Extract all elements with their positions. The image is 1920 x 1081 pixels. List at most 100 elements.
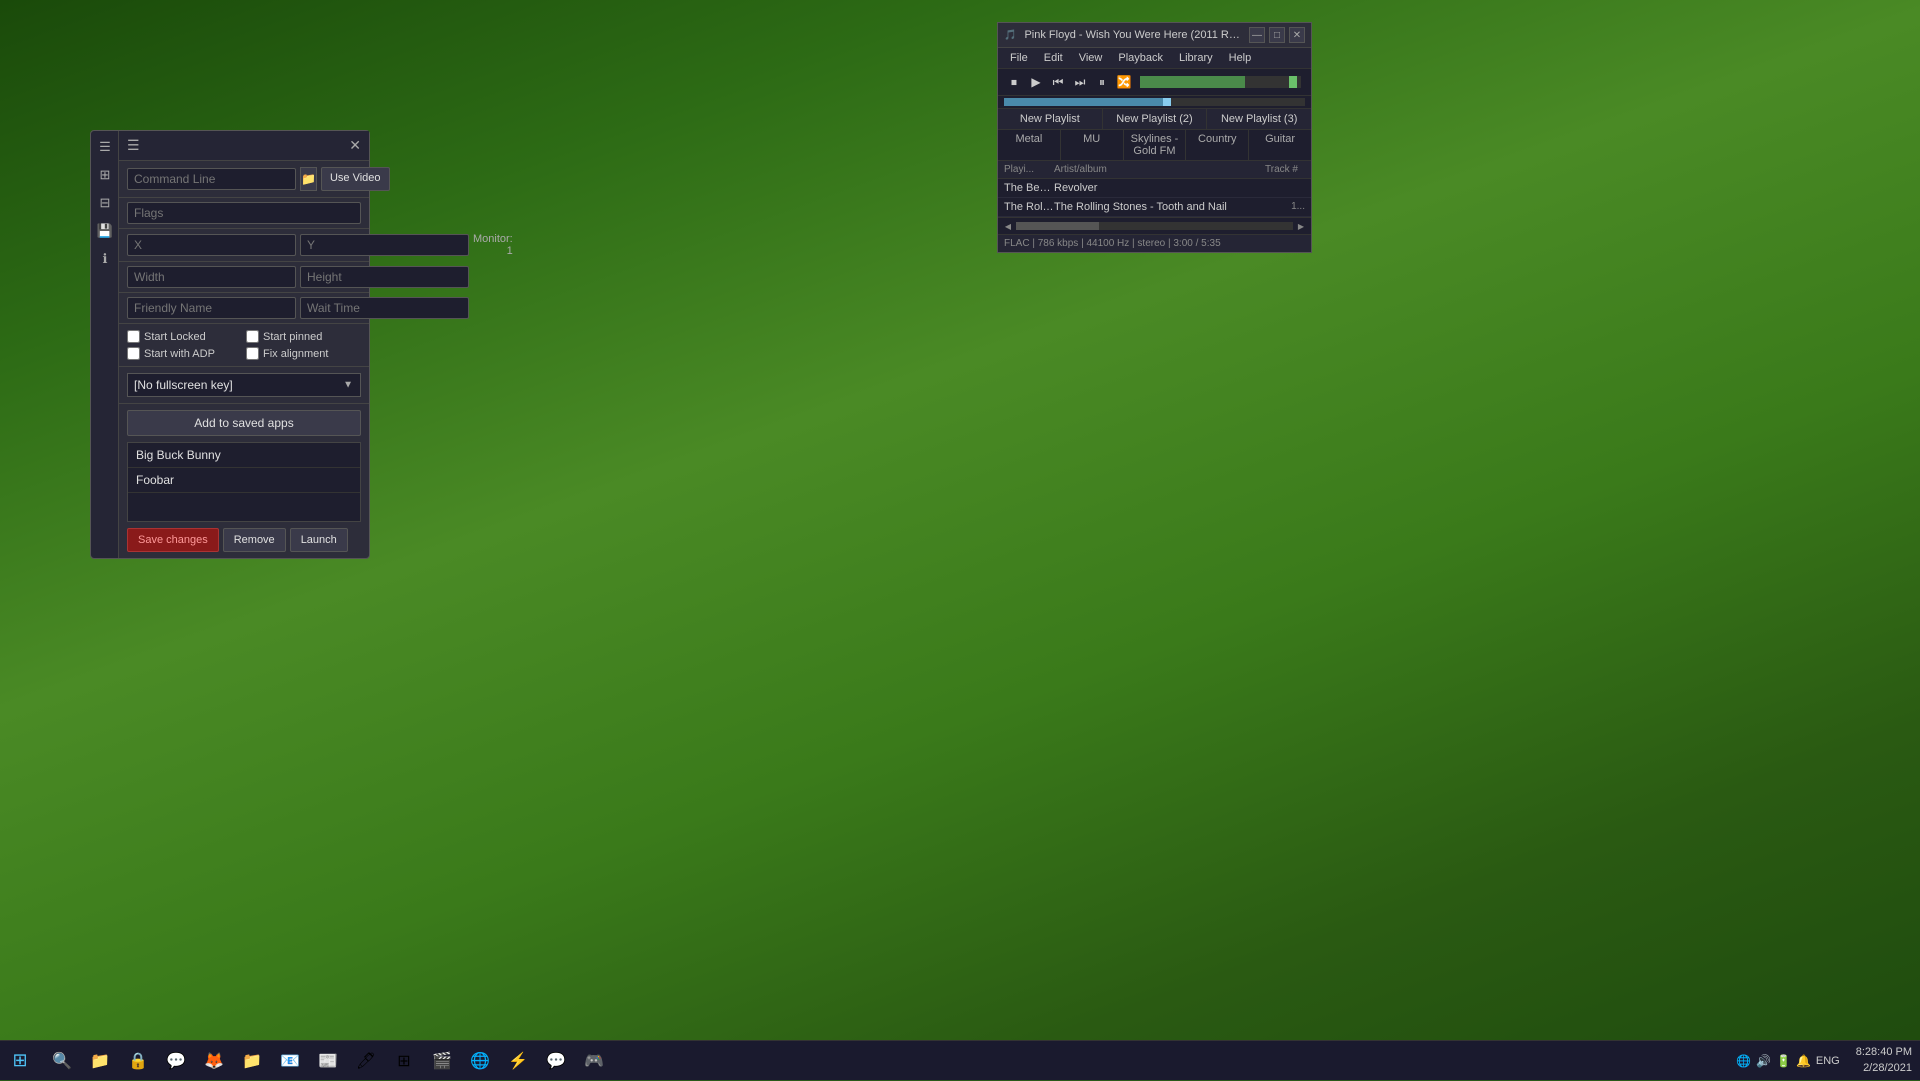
taskbar-email[interactable]: 📧 [272, 1043, 308, 1079]
scroll-thumb[interactable] [1016, 222, 1099, 230]
next-button[interactable]: ⏭ [1070, 72, 1090, 92]
checkboxes-section: Start Locked Start pinned Start with ADP… [119, 324, 369, 367]
use-video-button[interactable]: Use Video [321, 167, 390, 190]
scroll-right-arrow[interactable]: ▶ [1295, 220, 1307, 232]
menu-library[interactable]: Library [1171, 50, 1221, 66]
start-with-adp-label: Start with ADP [144, 348, 215, 360]
seek-fill [1004, 98, 1167, 106]
save-changes-button[interactable]: Save changes [127, 528, 219, 552]
taskbar-file-explorer[interactable]: 📁 [82, 1043, 118, 1079]
sys-network-icon[interactable]: 🌐 [1736, 1053, 1752, 1069]
panel-menu-icon[interactable]: ☰ [127, 137, 140, 154]
save-icon[interactable]: 💾 [93, 219, 117, 243]
fullscreen-key-select[interactable]: [No fullscreen key] F11 F Alt+Enter [127, 373, 361, 397]
scroll-track[interactable] [1016, 222, 1293, 230]
col-playing-header: Playi... [1004, 164, 1054, 175]
hamburger-menu-icon[interactable]: ☰ [93, 135, 117, 159]
close-button[interactable]: ✕ [1289, 27, 1305, 43]
saved-apps-list[interactable]: Big Buck Bunny Foobar [127, 442, 361, 522]
playlist-sub-guitar[interactable]: Guitar [1249, 130, 1311, 160]
taskbar-notes[interactable]: 📰 [310, 1043, 346, 1079]
playlist-tab-3[interactable]: New Playlist (3) [1207, 109, 1311, 129]
track-1-playing: The Beatles [1004, 182, 1054, 194]
clock-time: 8:28:40 PM [1856, 1045, 1912, 1060]
stop-button[interactable]: ⏹ [1004, 72, 1024, 92]
taskbar-word[interactable]: 🖊 [348, 1043, 384, 1079]
play-button[interactable]: ▶ [1026, 72, 1046, 92]
sys-volume-icon[interactable]: 🔊 [1756, 1053, 1772, 1069]
saved-app-big-buck-bunny[interactable]: Big Buck Bunny [128, 443, 360, 468]
start-with-adp-checkbox[interactable]: Start with ADP [127, 347, 242, 360]
playlist-sub-mu[interactable]: MU [1061, 130, 1124, 160]
playlist-tab-2[interactable]: New Playlist (2) [1103, 109, 1208, 129]
shuffle-button[interactable]: 🔀 [1114, 72, 1134, 92]
width-input[interactable] [127, 266, 296, 288]
taskbar-browser2[interactable]: 🌐 [462, 1043, 498, 1079]
action-buttons-row: Save changes Remove Launch [119, 522, 369, 558]
height-input[interactable] [300, 266, 469, 288]
playlist-sub-country[interactable]: Country [1186, 130, 1249, 160]
taskbar-search[interactable]: 🔍 [44, 1043, 80, 1079]
friendly-name-input[interactable] [127, 297, 296, 319]
list-icon[interactable]: ⊟ [93, 191, 117, 215]
playlist-sub-metal[interactable]: Metal [998, 130, 1061, 160]
app-launcher-panel: ☰ ⊞ ⊟ 💾 ℹ ☰ ✕ 📁 Use Video Monitor: 1 [90, 130, 370, 559]
fix-alignment-checkbox[interactable]: Fix alignment [246, 347, 361, 360]
start-locked-checkbox[interactable]: Start Locked [127, 330, 242, 343]
info-icon[interactable]: ℹ [93, 247, 117, 271]
start-pinned-input[interactable] [246, 330, 259, 343]
menu-view[interactable]: View [1071, 50, 1111, 66]
track-row-1[interactable]: The Beatles Revolver [998, 179, 1311, 198]
y-position-input[interactable] [300, 234, 469, 256]
taskbar-folder[interactable]: 📁 [234, 1043, 270, 1079]
start-pinned-checkbox[interactable]: Start pinned [246, 330, 361, 343]
menu-file[interactable]: File [1002, 50, 1036, 66]
taskbar-telegram[interactable]: 💬 [158, 1043, 194, 1079]
taskbar-game[interactable]: 🎮 [576, 1043, 612, 1079]
fix-alignment-input[interactable] [246, 347, 259, 360]
panel-close-button[interactable]: ✕ [349, 137, 361, 154]
horizontal-scrollbar[interactable]: ◀ ▶ [998, 217, 1311, 234]
playlist-sub-skylines[interactable]: Skylines - Gold FM [1124, 130, 1187, 160]
sys-notification-icon[interactable]: 🔔 [1796, 1053, 1812, 1069]
launch-button[interactable]: Launch [290, 528, 348, 552]
remove-button[interactable]: Remove [223, 528, 286, 552]
taskbar-firefox[interactable]: 🦊 [196, 1043, 232, 1079]
browse-folder-button[interactable]: 📁 [300, 167, 317, 191]
taskbar-media[interactable]: 🎬 [424, 1043, 460, 1079]
taskbar-security[interactable]: 🔒 [120, 1043, 156, 1079]
menu-playback[interactable]: Playback [1110, 50, 1171, 66]
start-pinned-label: Start pinned [263, 331, 322, 343]
menu-edit[interactable]: Edit [1036, 50, 1071, 66]
media-controls-row: ⏹ ▶ ⏮ ⏭ ⏸ 🔀 [998, 69, 1311, 96]
add-to-saved-button[interactable]: Add to saved apps [127, 410, 361, 436]
seek-handle [1163, 98, 1171, 106]
start-locked-input[interactable] [127, 330, 140, 343]
track-row-2[interactable]: The Rolling Stones The Rolling Stones - … [998, 198, 1311, 217]
pause-button[interactable]: ⏸ [1092, 72, 1112, 92]
flags-input[interactable] [127, 202, 361, 224]
taskbar-clock[interactable]: 8:28:40 PM 2/28/2021 [1848, 1045, 1920, 1076]
scroll-left-arrow[interactable]: ◀ [1002, 220, 1014, 232]
menu-help[interactable]: Help [1221, 50, 1260, 66]
playlist-tab-1[interactable]: New Playlist [998, 109, 1103, 129]
start-button[interactable]: ⊞ [0, 1041, 40, 1081]
wait-time-input[interactable] [300, 297, 469, 319]
sys-battery-icon[interactable]: 🔋 [1776, 1053, 1792, 1069]
prev-button[interactable]: ⏮ [1048, 72, 1068, 92]
command-line-input[interactable] [127, 168, 296, 190]
minimize-button[interactable]: — [1249, 27, 1265, 43]
taskbar-steam[interactable]: ⚡ [500, 1043, 536, 1079]
track-list-header: Playi... Artist/album Track # [998, 161, 1311, 179]
seek-bar[interactable] [1004, 98, 1305, 106]
taskbar-chat[interactable]: 💬 [538, 1043, 574, 1079]
volume-bar[interactable] [1140, 76, 1301, 88]
start-with-adp-input[interactable] [127, 347, 140, 360]
panel-content: ☰ ✕ 📁 Use Video Monitor: 1 [119, 131, 369, 558]
x-position-input[interactable] [127, 234, 296, 256]
saved-app-foobar[interactable]: Foobar [128, 468, 360, 493]
restore-button[interactable]: □ [1269, 27, 1285, 43]
taskbar-store[interactable]: ⊞ [386, 1043, 422, 1079]
panel-header: ☰ ✕ [119, 131, 369, 161]
grid-icon[interactable]: ⊞ [93, 163, 117, 187]
